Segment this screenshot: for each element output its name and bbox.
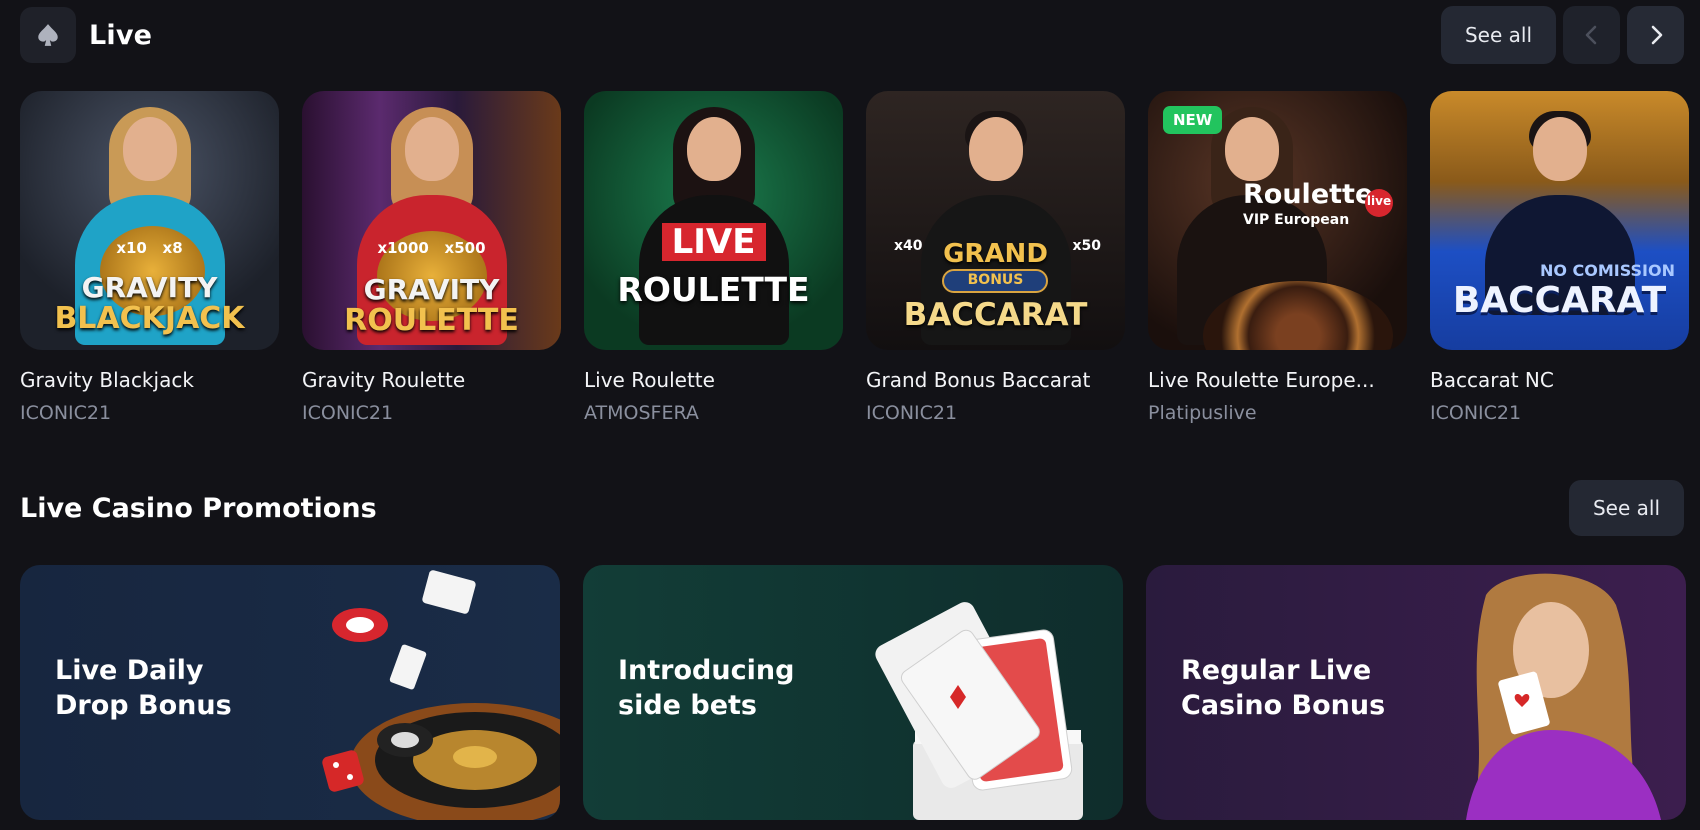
game-title[interactable]: Live Roulette Europe...	[1148, 368, 1407, 392]
game-provider: ICONIC21	[1430, 402, 1522, 424]
multiplier-value: x8	[162, 239, 183, 257]
new-badge: NEW	[1163, 106, 1223, 134]
carousel-controls: See all	[1440, 6, 1684, 64]
multiplier-label: x10 x8	[20, 241, 279, 256]
game-thumbnail[interactable]: x10 x8 GRAVITY BLACKJACK	[20, 91, 279, 350]
game-logo-line1: GRAND	[943, 239, 1048, 269]
chevron-right-icon	[1651, 25, 1662, 45]
spade-icon	[20, 7, 76, 63]
game-logo-line2: ROULETTE	[344, 303, 519, 338]
promo-title: Live Daily Drop Bonus	[55, 655, 232, 721]
live-section-header: Live See all	[20, 6, 1684, 64]
game-logo-badge: BONUS	[967, 272, 1024, 288]
game-thumbnail[interactable]: x40 x50 GRAND BONUS BACCARAT	[866, 91, 1125, 350]
live-title-group: Live	[20, 7, 152, 63]
promo-title: Introducing side bets	[618, 655, 795, 721]
section-title-live: Live	[89, 19, 153, 51]
game-provider: ICONIC21	[20, 402, 112, 424]
game-card[interactable]: x10 x8 GRAVITY BLACKJACK Gravity Blackja…	[20, 91, 279, 424]
game-thumbnail[interactable]: x1000 x500 GRAVITY ROULETTE	[302, 91, 561, 350]
game-logo-line1: LIVE	[671, 222, 756, 262]
promo-card-regular-bonus[interactable]: Regular Live Casino Bonus	[1146, 565, 1686, 820]
chevron-left-icon	[1585, 25, 1596, 45]
multiplier-value: x1000	[377, 239, 429, 257]
game-logo-line2: BACCARAT	[903, 297, 1088, 333]
game-logo-line2: BLACKJACK	[54, 301, 245, 336]
dealer-face	[1532, 117, 1587, 181]
game-logo-tag: live	[1366, 194, 1392, 208]
game-logo-line2: BACCARAT	[1452, 280, 1667, 321]
live-casino-page: Live See all x10 x8 GRAVITY BLACKJACK Gr…	[0, 0, 1700, 830]
see-all-live-button[interactable]: See all	[1440, 6, 1556, 64]
game-title[interactable]: Gravity Blackjack	[20, 368, 279, 392]
game-title[interactable]: Baccarat NC	[1430, 368, 1689, 392]
game-logo-line1: NO COMISSION	[1539, 261, 1675, 280]
game-card[interactable]: x40 x50 GRAND BONUS BACCARAT Grand Bonus …	[866, 91, 1125, 424]
promo-title: Regular Live Casino Bonus	[1181, 655, 1386, 721]
game-thumbnail[interactable]: LIVE ROULETTE	[584, 91, 843, 350]
game-provider: ATMOSFERA	[584, 402, 699, 424]
playing-cards-illustration	[875, 602, 1083, 820]
promo-card-side-bets[interactable]: Introducing side bets	[583, 565, 1123, 820]
game-provider: ICONIC21	[302, 402, 394, 424]
game-card[interactable]: NO COMISSION BACCARAT Baccarat NC ICONIC…	[1430, 91, 1689, 424]
see-all-promotions-button[interactable]: See all	[1568, 480, 1684, 536]
game-logo-line2: VIP European	[1243, 212, 1350, 228]
promotions-section-header: Live Casino Promotions See all	[20, 480, 1684, 536]
game-card[interactable]: x1000 x500 GRAVITY ROULETTE Gravity Roul…	[302, 91, 561, 424]
multiplier-value: x10	[116, 239, 147, 257]
game-title[interactable]: Gravity Roulette	[302, 368, 561, 392]
dealer-face	[404, 117, 459, 181]
game-provider: ICONIC21	[866, 402, 958, 424]
game-thumbnail[interactable]: NEW Roulette live VIP European	[1148, 91, 1407, 350]
dealer-face	[686, 117, 741, 181]
roulette-chips-illustration	[322, 570, 560, 820]
section-title-promotions: Live Casino Promotions	[20, 492, 377, 524]
carousel-prev-button[interactable]	[1563, 6, 1620, 64]
carousel-next-button[interactable]	[1627, 6, 1684, 64]
game-logo-line1: GRAVITY	[81, 271, 218, 304]
live-games-carousel: x10 x8 GRAVITY BLACKJACK Gravity Blackja…	[20, 91, 1700, 431]
game-thumbnail[interactable]: NO COMISSION BACCARAT	[1430, 91, 1689, 350]
game-logo-line2: ROULETTE	[617, 270, 810, 309]
dealer-face	[122, 117, 177, 181]
game-provider: Platipuslive	[1148, 402, 1257, 424]
dealer-face	[1224, 117, 1279, 181]
promo-card-daily-drop[interactable]: Live Daily Drop Bonus	[20, 565, 560, 820]
dealer-face	[968, 117, 1023, 181]
game-card[interactable]: NEW Roulette live VIP European Live Roul…	[1148, 91, 1407, 424]
game-title[interactable]: Live Roulette	[584, 368, 843, 392]
multiplier-label: x1000 x500	[302, 241, 561, 256]
multiplier-value: x500	[444, 239, 486, 257]
game-title[interactable]: Grand Bonus Baccarat	[866, 368, 1125, 392]
game-card[interactable]: LIVE ROULETTE Live Roulette ATMOSFERA	[584, 91, 843, 424]
woman-with-card-illustration	[1466, 573, 1661, 820]
game-logo-line1: GRAVITY	[363, 273, 500, 306]
promotions-list: Live Daily Drop Bonus Introducing side b…	[20, 565, 1700, 820]
